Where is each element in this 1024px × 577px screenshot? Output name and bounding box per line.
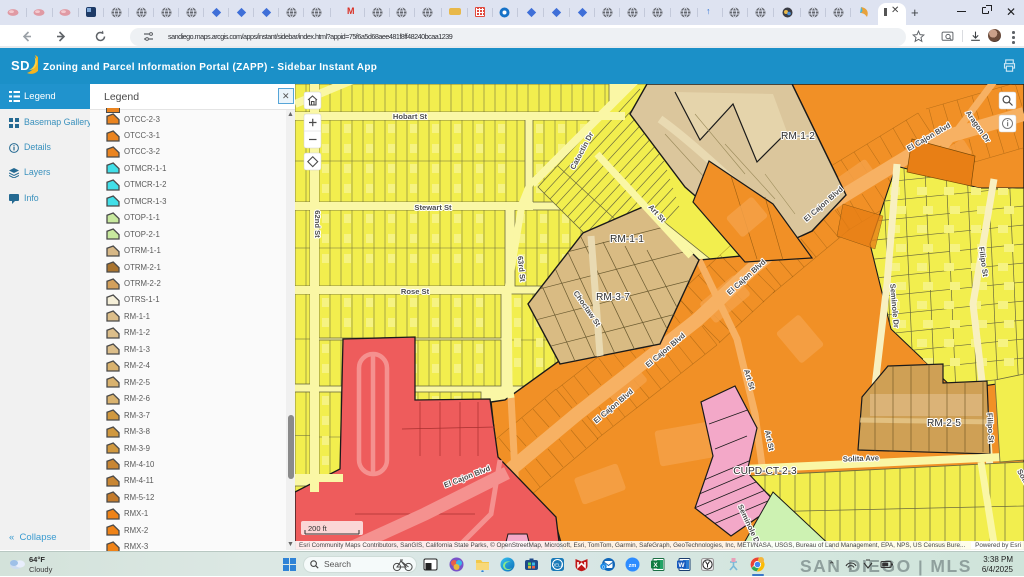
svg-text:DELL: DELL bbox=[552, 563, 564, 568]
svg-text:RM-2-5: RM-2-5 bbox=[927, 418, 961, 429]
svg-text:W: W bbox=[678, 562, 685, 569]
svg-text:Rose St: Rose St bbox=[401, 287, 430, 296]
svg-text:200 ft: 200 ft bbox=[308, 524, 328, 533]
svg-text:CUPD-CT-2-3: CUPD-CT-2-3 bbox=[733, 466, 797, 477]
svg-text:Hobart St: Hobart St bbox=[393, 112, 428, 121]
svg-text:X: X bbox=[653, 562, 658, 569]
svg-text:RM-1-1: RM-1-1 bbox=[610, 234, 644, 245]
svg-text:RM-1-2: RM-1-2 bbox=[781, 131, 815, 142]
svg-text:Stewart St: Stewart St bbox=[414, 203, 452, 212]
svg-text:62nd St: 62nd St bbox=[313, 210, 322, 238]
svg-text:O: O bbox=[602, 564, 606, 569]
svg-text:Filipo St: Filipo St bbox=[985, 413, 996, 444]
svg-text:zm: zm bbox=[629, 563, 637, 569]
svg-text:RM-3-7: RM-3-7 bbox=[596, 292, 630, 303]
svg-text:Solita Ave: Solita Ave bbox=[843, 453, 879, 463]
